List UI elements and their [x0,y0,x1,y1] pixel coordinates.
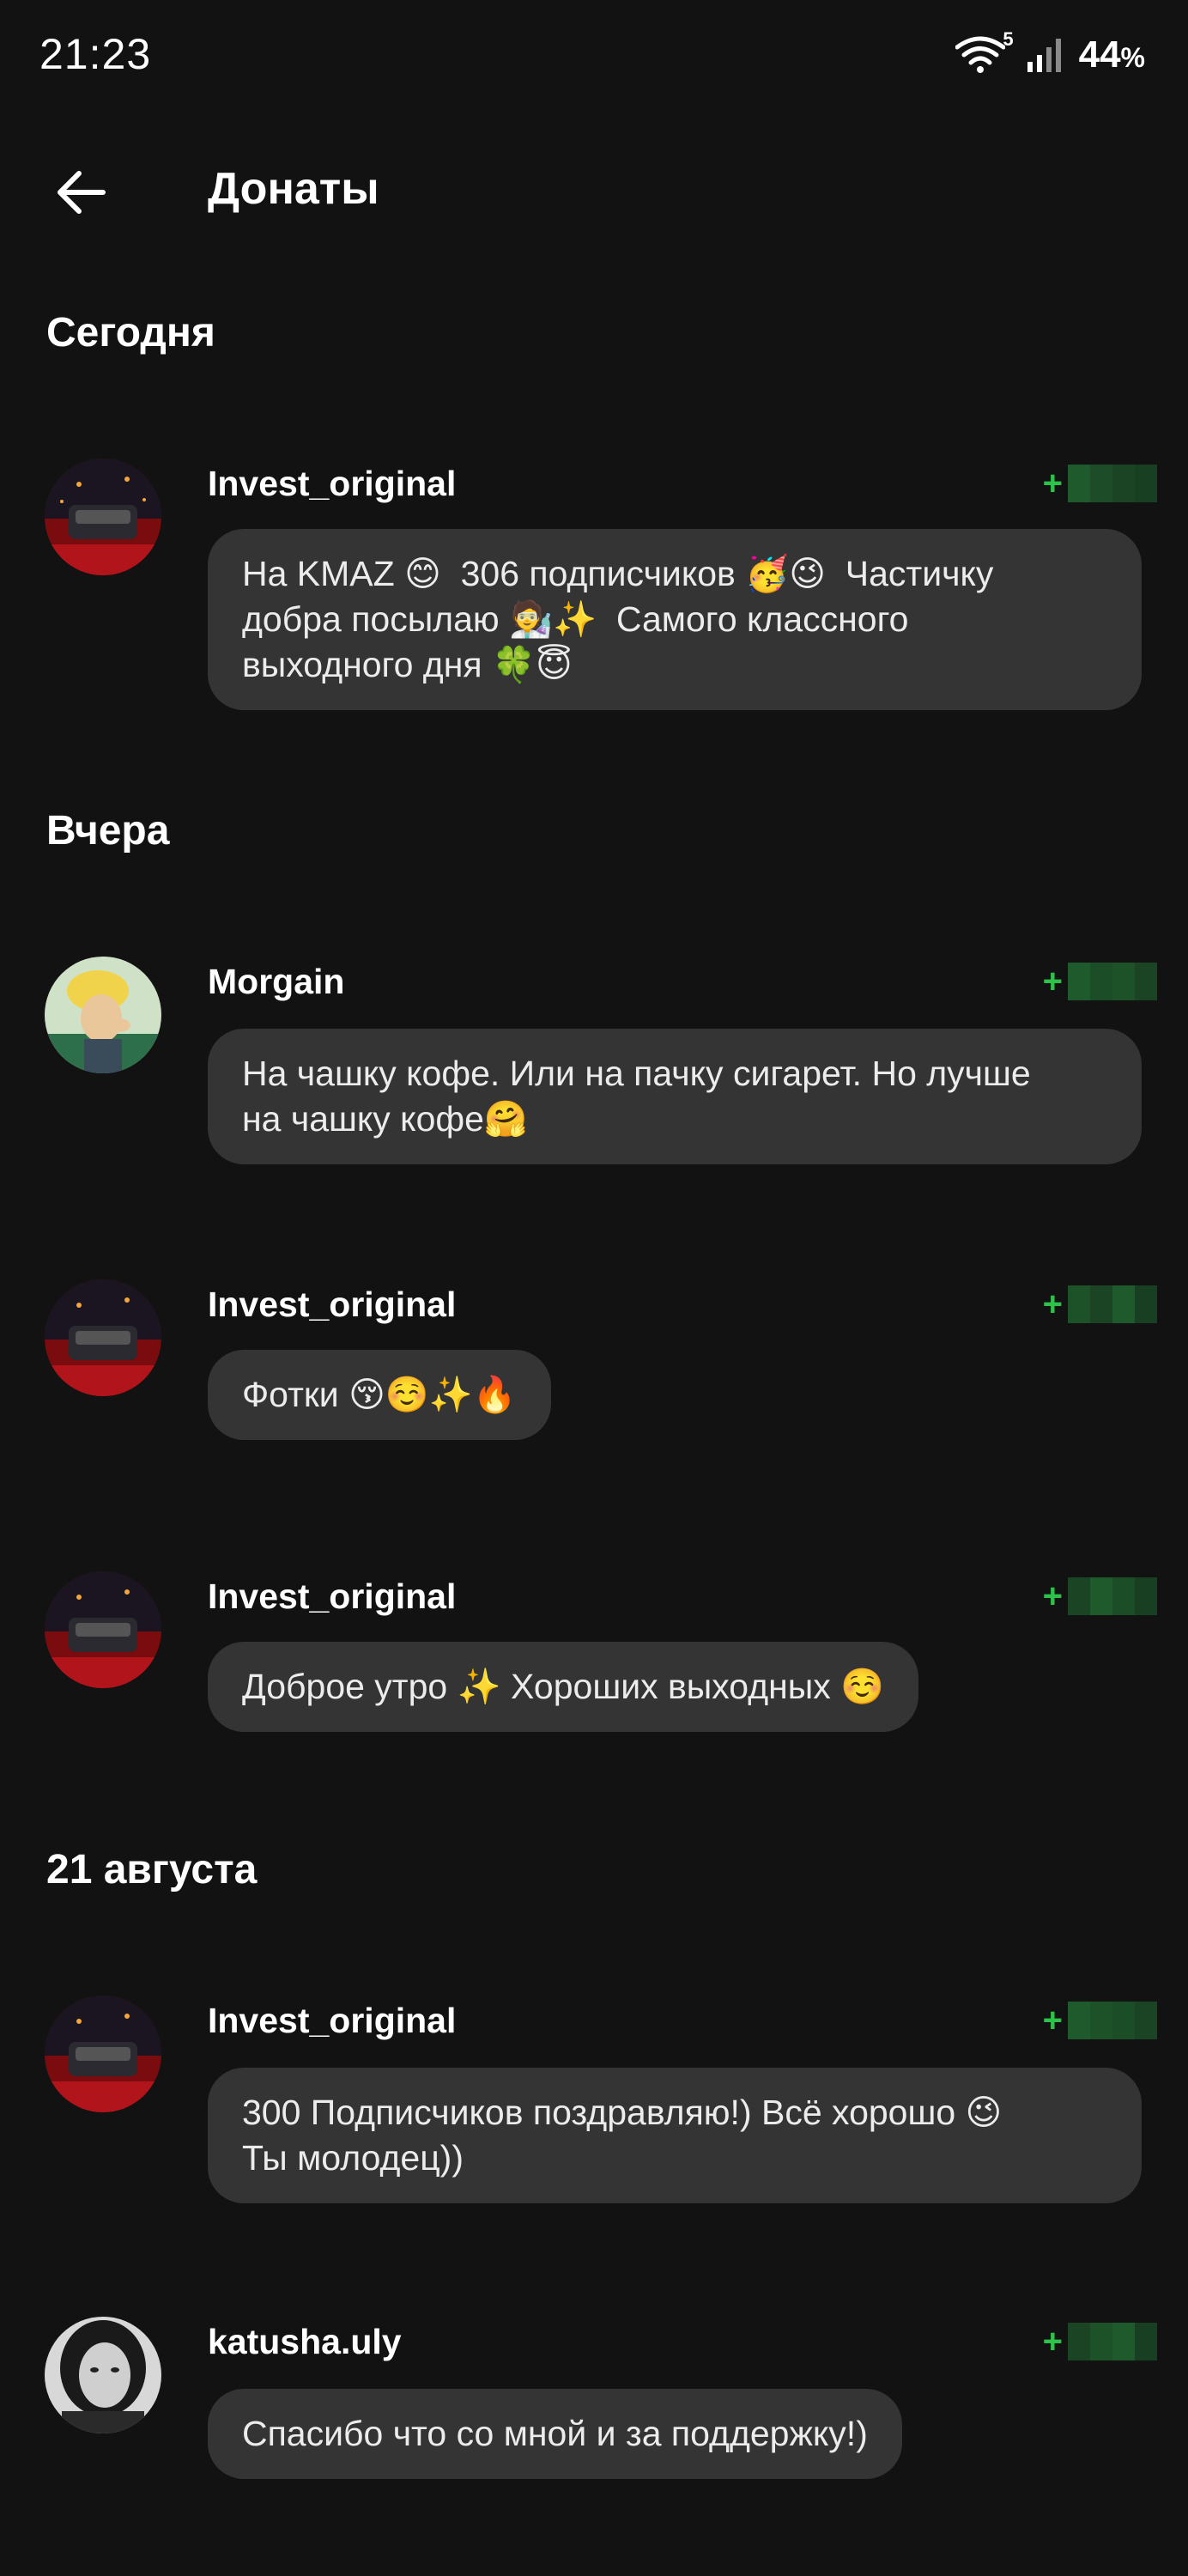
donation-amount: + [1043,2320,1157,2363]
amount-hidden [1068,1285,1157,1323]
status-bar: 21:23 5 44% [0,0,1188,112]
page-title: Донаты [208,164,379,214]
donor-name[interactable]: Invest_original [208,1577,456,1617]
amount-hidden [1068,963,1157,1000]
amount-sign: + [1042,2322,1063,2360]
donation-amount: + [1043,1999,1157,2042]
amount-sign: + [1042,962,1063,1000]
donation-message: 300 Подписчиков поздравляю!) Всё хорошо … [208,2068,1142,2203]
amount-sign: + [1042,1577,1063,1615]
donation-message: На чашку кофе. Или на пачку сигарет. Но … [208,1029,1142,1164]
avatar[interactable] [45,459,161,575]
donation-amount: + [1043,1575,1157,1618]
donation-message: Фотки 😚☺️✨🔥 [208,1350,551,1440]
donor-name[interactable]: Invest_original [208,2001,456,2041]
battery-value: 44 [1078,33,1121,76]
donor-name[interactable]: Morgain [208,962,344,1002]
donation-amount: + [1043,1283,1157,1326]
amount-sign: + [1042,464,1063,502]
donation-message: Спасибо что со мной и за поддержку!) [208,2389,902,2479]
donation-message: На KMAZ 😊 306 подписчиков 🥳😉 Частичку до… [208,529,1142,710]
amount-hidden [1068,1577,1157,1615]
donation-amount: + [1043,462,1157,505]
wifi-badge: 5 [1003,28,1014,50]
avatar[interactable] [45,1996,161,2112]
status-time: 21:23 [39,30,152,78]
donor-name[interactable]: Invest_original [208,464,456,504]
status-icons: 5 44% [955,28,1145,79]
wifi-icon: 5 [955,28,1014,75]
amount-hidden [1068,2002,1157,2039]
back-button[interactable] [48,160,113,225]
amount-hidden [1068,465,1157,502]
amount-sign: + [1042,2001,1063,2039]
donor-name[interactable]: katusha.uly [208,2322,402,2362]
amount-hidden [1068,2323,1157,2360]
donor-name[interactable]: Invest_original [208,1285,456,1325]
section-header-today: Сегодня [46,310,215,355]
battery-unit: % [1120,42,1145,73]
arrow-left-icon [58,171,106,214]
avatar[interactable] [45,1571,161,1688]
donation-message: Доброе утро ✨ Хороших выходных ☺️ [208,1642,919,1732]
avatar[interactable] [45,1279,161,1396]
avatar[interactable] [45,957,161,1073]
donation-amount: + [1043,960,1157,1003]
section-header-august-21: 21 августа [46,1847,258,1893]
avatar[interactable] [45,2317,161,2433]
section-header-yesterday: Вчера [46,808,170,854]
amount-sign: + [1042,1285,1063,1323]
signal-icon [1026,36,1064,74]
app-bar: Донаты [0,137,1188,240]
battery-level: 44% [1079,33,1145,76]
